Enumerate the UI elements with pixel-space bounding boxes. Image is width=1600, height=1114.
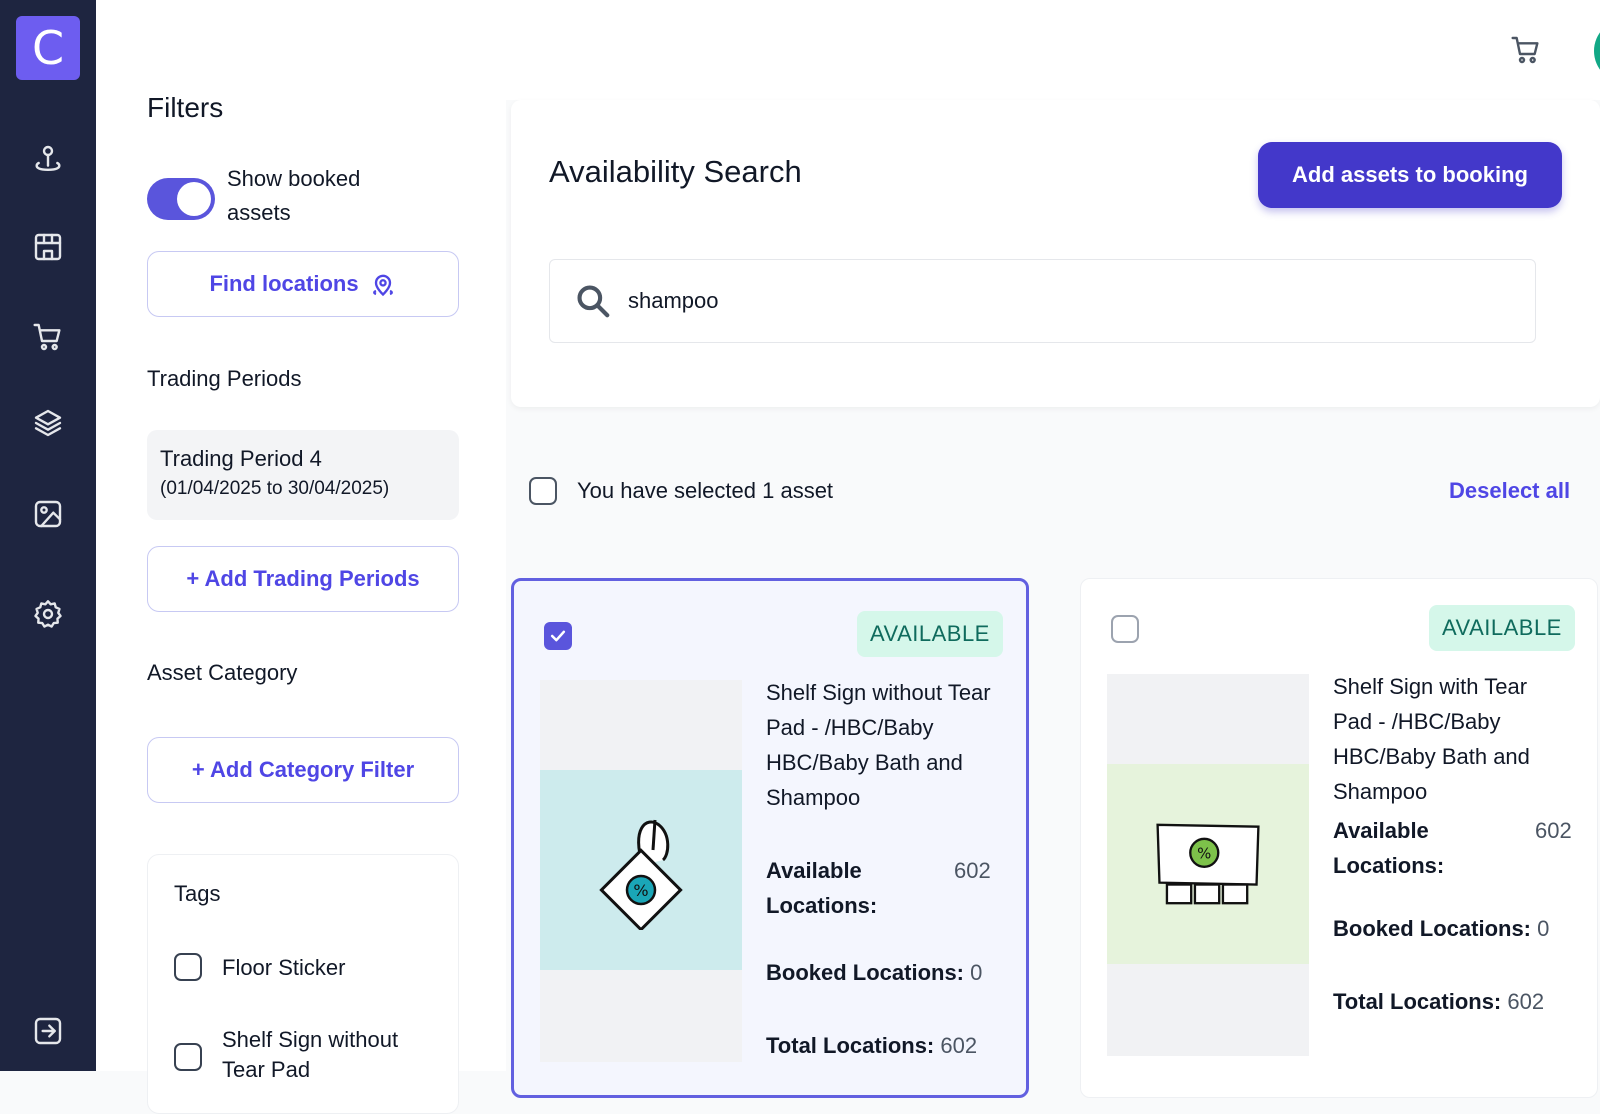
add-trading-periods-button[interactable]: + Add Trading Periods xyxy=(147,546,459,612)
status-badge: AVAILABLE xyxy=(1429,605,1575,651)
cart-icon[interactable] xyxy=(28,317,68,357)
svg-text:%: % xyxy=(633,881,648,900)
search-input[interactable] xyxy=(628,280,1508,322)
add-assets-to-booking-button[interactable]: Add assets to booking xyxy=(1258,142,1562,208)
asset-title: Shelf Sign with Tear Pad - /HBC/Baby HBC… xyxy=(1333,674,1530,804)
gear-icon[interactable] xyxy=(28,594,68,634)
app-logo[interactable]: C xyxy=(16,16,80,80)
svg-text:%: % xyxy=(1197,844,1211,862)
tags-card: Tags Floor Sticker Shelf Sign without Te… xyxy=(147,854,459,1114)
asset-title: Shelf Sign without Tear Pad - /HBC/Baby … xyxy=(766,680,991,810)
logo-letter: C xyxy=(31,21,65,75)
tag-label: Shelf Sign without Tear Pad xyxy=(222,1027,399,1082)
tag-item[interactable]: Shelf Sign without Tear Pad xyxy=(174,1025,434,1085)
avatar[interactable]: DM xyxy=(1594,19,1600,83)
shelf-sign-icon: % xyxy=(1156,823,1260,905)
filters-title: Filters xyxy=(147,92,224,123)
asset-card[interactable]: AVAILABLE % Shelf Sign with Tear Pad - /… xyxy=(1080,578,1598,1098)
search-icon xyxy=(577,285,610,318)
sidebar: C xyxy=(0,0,96,1071)
tags-title: Tags xyxy=(174,881,221,906)
trading-periods-label: Trading Periods xyxy=(147,366,302,391)
thumbnail-band: % xyxy=(540,770,742,970)
selection-bar: You have selected 1 asset xyxy=(529,477,833,505)
total-locations: Total Locations: 602 xyxy=(1333,984,1544,1019)
top-bar: DM xyxy=(96,0,1600,100)
available-label: Available Locations: xyxy=(766,858,878,918)
trading-period-card[interactable]: Trading Period 4 (01/04/2025 to 30/04/20… xyxy=(147,430,459,520)
total-label: Total Locations: xyxy=(1333,989,1502,1014)
thumbnail-band: % xyxy=(1107,764,1309,964)
asset-card[interactable]: AVAILABLE % Shelf Sign without Tear Pad … xyxy=(511,578,1029,1098)
hang-tag-icon: % xyxy=(599,819,683,930)
deselect-all-link[interactable]: Deselect all xyxy=(1449,478,1570,504)
booked-label: Booked Locations: xyxy=(766,960,965,985)
selection-count-text: You have selected 1 asset xyxy=(577,478,834,503)
store-icon[interactable] xyxy=(28,227,68,267)
asset-thumbnail: % xyxy=(540,680,742,1062)
tag-item[interactable]: Floor Sticker xyxy=(174,953,345,983)
find-locations-label: Find locations xyxy=(209,271,359,296)
available-value: 602 xyxy=(1535,818,1572,843)
tag-checkbox[interactable] xyxy=(174,1043,202,1071)
available-locations-value: 602 xyxy=(954,853,991,888)
total-value: 602 xyxy=(940,1033,978,1058)
location-pin-icon xyxy=(372,274,393,297)
toggle-knob xyxy=(177,182,211,216)
page-title: Availability Search xyxy=(549,154,802,189)
add-trading-periods-label: + Add Trading Periods xyxy=(186,566,420,591)
map-pin-icon[interactable] xyxy=(28,139,68,179)
asset-checkbox[interactable] xyxy=(544,622,572,650)
booked-value: 0 xyxy=(1537,916,1550,941)
total-value: 602 xyxy=(1507,989,1545,1014)
image-icon[interactable] xyxy=(28,494,68,534)
total-locations: Total Locations: 602 xyxy=(766,1028,977,1063)
show-booked-label: Show booked assets xyxy=(227,166,361,225)
add-category-filter-button[interactable]: + Add Category Filter xyxy=(147,737,459,803)
select-all-checkbox[interactable] xyxy=(529,477,557,505)
trading-period-name: Trading Period 4 xyxy=(160,446,322,471)
check-icon xyxy=(550,630,566,642)
available-label: Available Locations: xyxy=(1333,818,1445,878)
layers-icon[interactable] xyxy=(28,403,68,443)
asset-thumbnail: % xyxy=(1107,674,1309,1056)
available-locations-label: Available Locations: xyxy=(1333,813,1463,883)
asset-category-label: Asset Category xyxy=(147,660,298,685)
booked-locations: Booked Locations: 0 xyxy=(766,955,982,990)
asset-checkbox[interactable] xyxy=(1111,615,1139,643)
booked-locations: Booked Locations: 0 xyxy=(1333,911,1549,946)
filters-panel: Filters Show booked assets Find location… xyxy=(96,92,506,1114)
booked-value: 0 xyxy=(970,960,983,985)
tag-checkbox[interactable] xyxy=(174,953,202,981)
logout-icon[interactable] xyxy=(28,1011,68,1051)
tag-label: Floor Sticker xyxy=(222,955,346,980)
status-badge: AVAILABLE xyxy=(857,611,1003,657)
show-booked-toggle[interactable] xyxy=(147,178,215,220)
cart-icon[interactable] xyxy=(1506,30,1546,70)
search-panel: Availability Search Add assets to bookin… xyxy=(511,100,1600,407)
find-locations-button[interactable]: Find locations xyxy=(147,251,459,317)
available-locations-label: Available Locations: xyxy=(766,853,896,923)
trading-period-range: (01/04/2025 to 30/04/2025) xyxy=(160,478,390,499)
available-locations-value: 602 xyxy=(1535,813,1572,848)
total-label: Total Locations: xyxy=(766,1033,935,1058)
booked-label: Booked Locations: xyxy=(1333,916,1532,941)
search-box[interactable] xyxy=(549,259,1536,343)
add-category-filter-label: + Add Category Filter xyxy=(191,757,415,782)
available-value: 602 xyxy=(954,858,991,883)
